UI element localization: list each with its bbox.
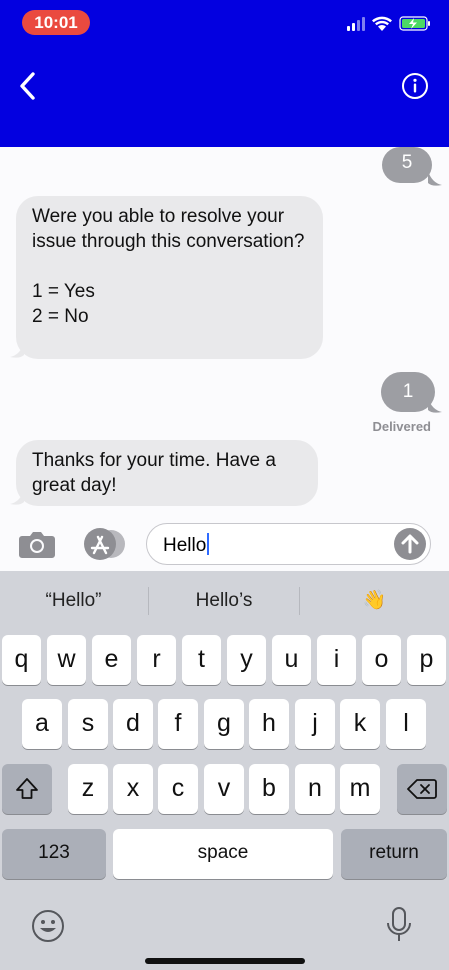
key-i[interactable]: i: [317, 635, 356, 685]
home-indicator: [145, 958, 305, 964]
numbers-key[interactable]: 123: [2, 829, 106, 879]
battery-icon: [399, 16, 430, 31]
text-caret: [207, 533, 210, 555]
shift-key[interactable]: [2, 764, 52, 814]
key-a[interactable]: a: [22, 699, 62, 749]
key-h[interactable]: h: [249, 699, 289, 749]
bubble-tail: [428, 398, 442, 413]
incoming-message: Were you able to resolve your issue thro…: [16, 196, 323, 359]
key-m[interactable]: m: [340, 764, 380, 814]
send-arrow-icon[interactable]: [394, 528, 426, 560]
keyboard: “Hello” Hello’s 👋 q w e r t y u i o p a …: [0, 571, 449, 970]
back-chevron-icon[interactable]: [14, 70, 42, 102]
key-t[interactable]: t: [182, 635, 221, 685]
key-k[interactable]: k: [340, 699, 380, 749]
backspace-key[interactable]: [397, 764, 447, 814]
status-bar: 10:01: [0, 0, 449, 44]
bubble-tail: [10, 490, 24, 505]
message-input[interactable]: Hello: [146, 523, 431, 565]
return-key[interactable]: return: [341, 829, 447, 879]
key-s[interactable]: s: [68, 699, 108, 749]
bubble-tail: [10, 343, 24, 358]
key-l[interactable]: l: [386, 699, 426, 749]
emoji-icon[interactable]: [31, 909, 65, 943]
bubble-tail: [428, 171, 442, 186]
space-key[interactable]: space: [113, 829, 333, 879]
app-store-icon[interactable]: [80, 527, 126, 561]
key-n[interactable]: n: [295, 764, 335, 814]
suggestion-quoted[interactable]: “Hello”: [0, 571, 147, 631]
camera-icon[interactable]: [18, 529, 56, 559]
outgoing-message: 5: [382, 147, 432, 183]
key-y[interactable]: y: [227, 635, 266, 685]
key-f[interactable]: f: [158, 699, 198, 749]
compose-bar: Hello: [0, 517, 449, 571]
key-p[interactable]: p: [407, 635, 446, 685]
status-time: 10:01: [22, 10, 90, 35]
key-d[interactable]: d: [113, 699, 153, 749]
key-u[interactable]: u: [272, 635, 311, 685]
key-b[interactable]: b: [249, 764, 289, 814]
key-z[interactable]: z: [68, 764, 108, 814]
delivered-status: Delivered: [372, 419, 431, 434]
message-thread: 5 Were you able to resolve your issue th…: [0, 147, 449, 517]
suggestion-emoji[interactable]: 👋: [300, 571, 449, 631]
key-j[interactable]: j: [295, 699, 335, 749]
info-icon[interactable]: [401, 72, 429, 100]
key-r[interactable]: r: [137, 635, 176, 685]
shift-icon: [16, 778, 38, 799]
suggestion-word[interactable]: Hello’s: [149, 571, 299, 631]
predictive-bar: “Hello” Hello’s 👋: [0, 571, 449, 631]
key-q[interactable]: q: [2, 635, 41, 685]
key-v[interactable]: v: [204, 764, 244, 814]
backspace-icon: [407, 779, 437, 799]
navigation-header: 10:01: [0, 0, 449, 147]
wifi-icon: [372, 16, 392, 31]
key-x[interactable]: x: [113, 764, 153, 814]
key-o[interactable]: o: [362, 635, 401, 685]
status-icons: [347, 16, 430, 31]
key-e[interactable]: e: [92, 635, 131, 685]
key-w[interactable]: w: [47, 635, 86, 685]
outgoing-message: 1: [381, 372, 435, 412]
key-c[interactable]: c: [158, 764, 198, 814]
key-g[interactable]: g: [204, 699, 244, 749]
microphone-icon[interactable]: [385, 906, 413, 944]
signal-icon: [347, 17, 365, 31]
message-input-value: Hello: [163, 535, 207, 556]
incoming-message: Thanks for your time. Have a great day!: [16, 440, 318, 506]
